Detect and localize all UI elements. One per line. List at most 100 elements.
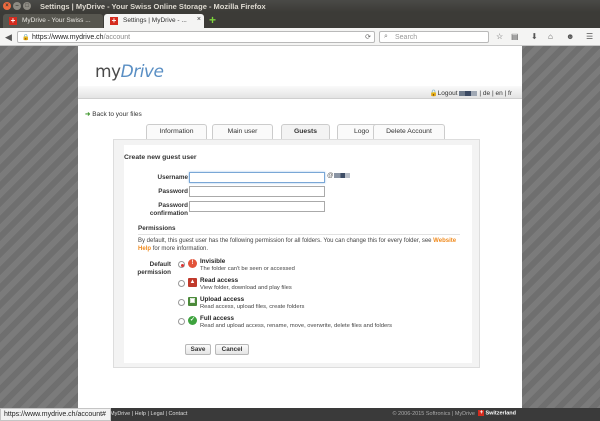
lock-icon: 🔒	[429, 90, 438, 97]
read-icon: ▲	[188, 278, 197, 287]
browser-nav-bar: ◀ 🔒 https://www.mydrive.ch/account ⟳ ⌕ S…	[0, 28, 600, 46]
guests-panel: Create new guest user Username @ Passwor…	[113, 139, 480, 368]
option-desc: Read access, upload files, create folder…	[200, 304, 305, 310]
window-titlebar: × – □ Settings | MyDrive - Your Swiss On…	[0, 0, 600, 12]
account-area: 🔒Logout | de | en | fr	[430, 89, 512, 97]
window-title: Settings | MyDrive - Your Swiss Online S…	[40, 2, 266, 11]
url-bar[interactable]: 🔒 https://www.mydrive.ch/account ⟳	[17, 31, 375, 43]
footer-link-mydrive[interactable]: MyDrive	[110, 411, 130, 417]
lock-icon: 🔒	[22, 35, 30, 41]
upload-icon: ▣	[188, 297, 197, 306]
browser-tab-label: MyDrive - Your Swiss ...	[22, 17, 91, 24]
status-url: https://www.mydrive.ch/account#	[0, 408, 111, 421]
option-title: Invisible	[200, 258, 226, 265]
swiss-flag-icon: +	[478, 410, 485, 416]
window-minimize-button[interactable]: –	[13, 2, 21, 10]
permissions-divider	[138, 234, 460, 235]
password-confirmation-label-line2: confirmation	[149, 209, 188, 217]
username-label: Username	[157, 174, 188, 181]
radio-invisible[interactable]	[178, 261, 185, 268]
option-desc: Read and upload access, rename, move, ov…	[200, 323, 393, 329]
swiss-flag-icon: +	[110, 16, 118, 25]
reload-icon[interactable]: ⟳	[365, 33, 371, 41]
permissions-desc-tail: for more information.	[152, 245, 209, 252]
page-background: myDrive 🔒Logout | de | en | fr ➜ Back to…	[0, 46, 600, 408]
window-maximize-button[interactable]: □	[23, 2, 31, 10]
search-input[interactable]: ⌕ Search	[379, 31, 489, 43]
lang-fr[interactable]: fr	[508, 90, 512, 97]
password-label: Password	[158, 188, 188, 195]
menu-icon[interactable]: ☰	[586, 32, 593, 42]
search-placeholder: Search	[395, 34, 418, 41]
password-confirmation-label-line1: Password	[158, 202, 188, 209]
tab-main-user[interactable]: Main user	[212, 124, 273, 139]
tab-information[interactable]: Information	[146, 124, 207, 139]
bookmark-star-icon[interactable]: ☆	[496, 32, 503, 42]
invisible-icon: !	[188, 259, 197, 268]
browser-tab-settings[interactable]: + Settings | MyDrive - ... ×	[104, 14, 204, 28]
permissions-desc-text: By default, this guest user has the foll…	[138, 238, 432, 244]
option-desc: The folder can't be seen or accessed	[200, 266, 295, 272]
window-close-button[interactable]: ×	[3, 2, 11, 10]
home-icon[interactable]: ⌂	[548, 32, 553, 42]
url-path: /account	[103, 34, 131, 41]
search-icon: ⌕	[384, 33, 388, 40]
lang-de[interactable]: de	[483, 90, 490, 97]
footer-links: MyDrive | Help | Legal | Contact	[110, 411, 188, 417]
permissions-description: By default, this guest user has the foll…	[138, 238, 463, 253]
url-host: https://www.mydrive.ch	[32, 34, 104, 41]
logo-my: my	[95, 62, 121, 82]
back-arrow-icon[interactable]: ◀	[5, 32, 12, 42]
full-access-icon: ✓	[188, 316, 197, 325]
cancel-button[interactable]: Cancel	[215, 344, 249, 355]
redacted-domain	[333, 172, 350, 178]
back-arrow-icon: ➜	[85, 111, 91, 118]
logo-drive: Drive	[120, 62, 164, 82]
permissions-title: Permissions	[138, 225, 176, 232]
tab-delete-account[interactable]: Delete Account	[373, 124, 445, 139]
default-permission-label-line1: Default	[149, 261, 171, 268]
tab-guests[interactable]: Guests	[281, 124, 330, 140]
back-to-files-label: Back to your files	[92, 111, 142, 118]
default-permission-label-line2: permission	[137, 268, 171, 276]
radio-full[interactable]	[178, 318, 185, 325]
footer-link-help[interactable]: Help	[135, 411, 146, 417]
radio-upload[interactable]	[178, 299, 185, 306]
guest-user-form: Create new guest user Username @ Passwor…	[124, 145, 472, 363]
footer-switzerland-label: Switzerland	[485, 410, 516, 417]
password-confirmation-field[interactable]	[189, 201, 325, 212]
radio-read[interactable]	[178, 280, 185, 287]
save-button[interactable]: Save	[185, 344, 211, 355]
lang-separator: |	[491, 90, 494, 97]
page-footer: MyDrive | Help | Legal | Contact © 2006-…	[0, 408, 600, 421]
at-symbol: @	[327, 172, 334, 179]
lang-separator: |	[479, 90, 482, 97]
mydrive-logo[interactable]: myDrive	[95, 62, 164, 82]
guest-domain: @	[327, 172, 350, 179]
footer-link-contact[interactable]: Contact	[168, 411, 187, 417]
form-title: Create new guest user	[124, 154, 197, 161]
clipboard-icon[interactable]: ▤	[511, 32, 519, 42]
page-content: myDrive 🔒Logout | de | en | fr ➜ Back to…	[78, 46, 522, 408]
footer-link-legal[interactable]: Legal	[150, 411, 163, 417]
footer-copyright: © 2006-2015 Softronics | MyDrive	[392, 411, 475, 417]
browser-tab-mydrive[interactable]: + MyDrive - Your Swiss ...	[3, 14, 103, 28]
option-title: Full access	[200, 315, 234, 322]
browser-tab-label: Settings | MyDrive - ...	[123, 17, 187, 24]
option-desc: View folder, download and play files	[200, 285, 292, 291]
redacted-username	[458, 90, 477, 96]
password-field[interactable]	[189, 186, 325, 197]
chat-icon[interactable]: ☻	[566, 32, 574, 42]
logout-link[interactable]: Logout	[438, 90, 458, 97]
footer-switzerland: + Switzerland	[478, 410, 516, 416]
option-title: Upload access	[200, 296, 245, 303]
username-field[interactable]	[189, 172, 325, 183]
browser-tab-bar: + MyDrive - Your Swiss ... + Settings | …	[0, 12, 600, 28]
default-permission-label: Default permission	[124, 261, 171, 276]
new-tab-icon[interactable]: +	[209, 14, 219, 26]
back-to-files-link[interactable]: ➜ Back to your files	[85, 110, 142, 118]
option-title: Read access	[200, 277, 239, 284]
tab-close-icon[interactable]: ×	[197, 16, 201, 23]
lang-en[interactable]: en	[495, 90, 502, 97]
download-icon[interactable]: ⬇	[531, 32, 538, 42]
